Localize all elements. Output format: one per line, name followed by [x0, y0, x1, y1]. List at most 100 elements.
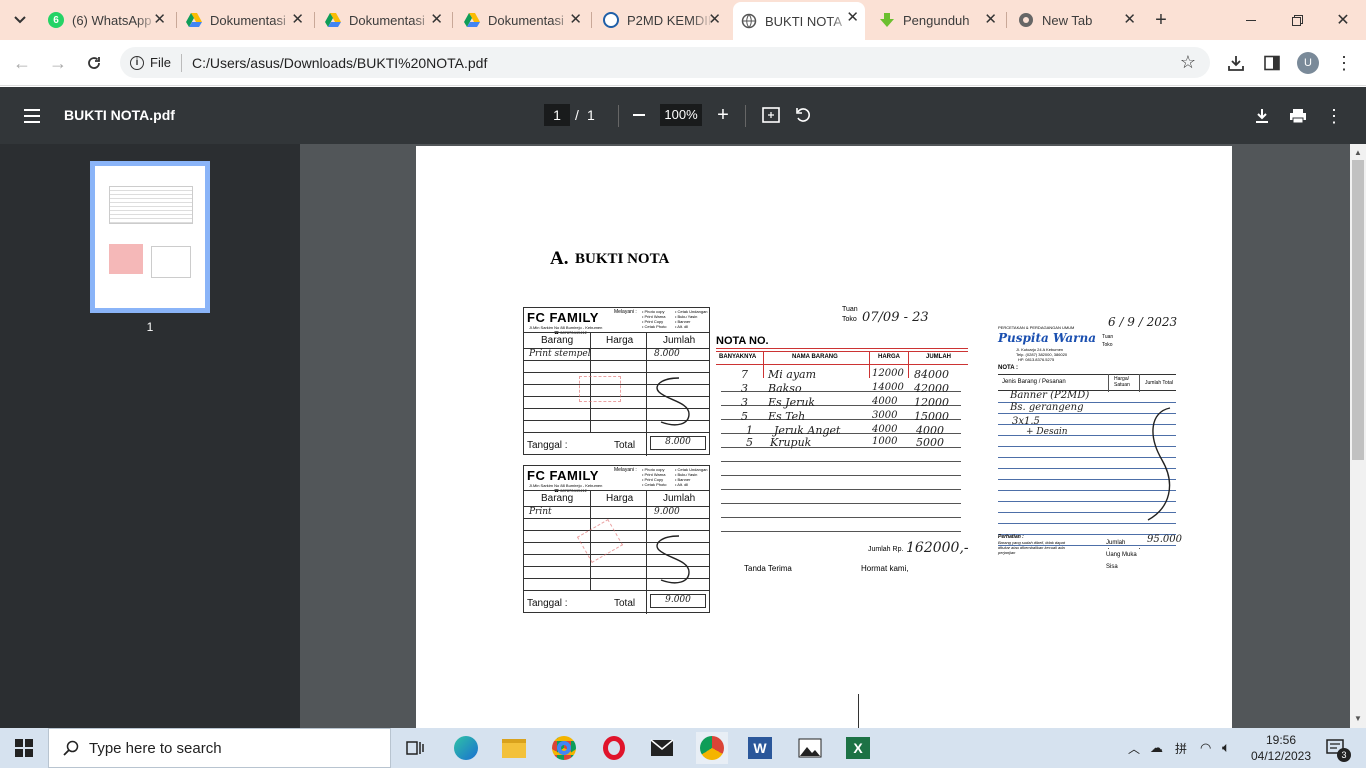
p2md-icon — [603, 12, 619, 28]
taskbar-excel[interactable]: X — [842, 732, 874, 764]
address-bar[interactable]: i File C:/Users/asus/Downloads/BUKTI%20N… — [120, 47, 1210, 78]
toko-label: Toko — [1102, 342, 1113, 348]
sisa-label: Sisa — [1106, 564, 1118, 570]
tab-dokumentasi-2[interactable]: Dokumentasi ✕ — [317, 4, 449, 36]
chevron-down-icon — [14, 16, 26, 24]
google-drive-icon — [186, 13, 202, 27]
puspita-item: Bs. gerangeng — [1010, 402, 1084, 413]
tanda-terima-label: Tanda Terima — [744, 564, 792, 573]
rotate-button[interactable] — [792, 104, 814, 126]
minimize-button[interactable] — [1228, 0, 1274, 40]
notification-center-button[interactable]: 3 — [1322, 736, 1351, 762]
close-icon[interactable]: ✕ — [569, 12, 582, 28]
taskbar-search-box[interactable]: Type here to search — [48, 728, 391, 768]
pdf-page: A. BUKTI NOTA FC FAMILY Jl.Min Sarkim No… — [416, 146, 1232, 728]
tab-bukti-nota[interactable]: BUKTI NOTA ✕ — [733, 2, 865, 40]
pdf-download-button[interactable] — [1250, 104, 1274, 128]
tab-search-button[interactable] — [8, 8, 32, 32]
notification-badge: 3 — [1337, 748, 1351, 762]
close-icon[interactable]: ✕ — [291, 12, 304, 28]
wifi-icon[interactable]: ◠ — [1200, 740, 1211, 756]
scroll-up-icon[interactable]: ▲ — [1354, 148, 1362, 157]
col-barang: Barang — [541, 335, 574, 346]
taskbar-file-explorer[interactable] — [498, 732, 530, 764]
tab-label: Dokumentasi — [488, 12, 564, 28]
taskbar-mail[interactable] — [646, 732, 678, 764]
close-icon[interactable]: ✕ — [153, 12, 166, 28]
back-button[interactable]: ← — [8, 49, 36, 77]
side-panel-button[interactable] — [1260, 51, 1284, 75]
scroll-down-icon[interactable]: ▼ — [1354, 714, 1362, 723]
chrome-icon — [1019, 13, 1033, 27]
print-button[interactable] — [1286, 104, 1310, 128]
toko-label: Toko — [842, 316, 857, 323]
profile-avatar[interactable]: U — [1297, 52, 1319, 74]
page-number-input[interactable]: 1 — [544, 104, 570, 126]
zoom-level-input[interactable]: 100% — [660, 104, 702, 126]
reload-button[interactable] — [80, 49, 108, 77]
new-tab-button[interactable]: + — [1148, 8, 1174, 32]
windows-logo-icon — [15, 739, 33, 757]
vertical-scrollbar[interactable]: ▲ ▼ — [1350, 144, 1366, 728]
scrollbar-thumb[interactable] — [1352, 160, 1364, 460]
close-window-button[interactable]: ✕ — [1320, 0, 1366, 40]
tuan-label: Tuan — [1102, 334, 1114, 340]
downloads-button[interactable] — [1224, 51, 1248, 75]
fit-page-button[interactable] — [760, 104, 782, 126]
close-icon[interactable]: ✕ — [430, 12, 443, 28]
language-icon[interactable]: 拼 — [1175, 740, 1187, 757]
receipt-melayani: Melayani : — [614, 467, 637, 473]
row-price: 4000 — [872, 396, 898, 407]
pdf-title: BUKTI NOTA.pdf — [64, 107, 175, 123]
close-icon[interactable]: ✕ — [846, 10, 859, 26]
puspita-brand: Puspita Warna — [998, 331, 1096, 345]
sidebar-toggle-button[interactable] — [20, 104, 44, 128]
tab-p2md[interactable]: P2MD KEMDIK ✕ — [595, 4, 727, 36]
taskbar-photos[interactable] — [794, 732, 826, 764]
tab-new-tab[interactable]: New Tab ✕ — [1010, 4, 1142, 36]
close-icon[interactable]: ✕ — [984, 12, 997, 28]
tab-dokumentasi-1[interactable]: Dokumentasi ✕ — [178, 4, 310, 36]
tab-label: (6) WhatsApp — [72, 12, 152, 28]
tab-dokumentasi-3[interactable]: Dokumentasi ✕ — [456, 4, 588, 36]
system-clock[interactable]: 19:56 04/12/2023 — [1250, 732, 1312, 764]
folder-icon — [502, 738, 526, 758]
zoom-in-button[interactable]: + — [712, 104, 734, 126]
task-view-button[interactable] — [400, 732, 432, 764]
zoom-out-button[interactable] — [628, 104, 650, 126]
taskbar-word[interactable]: W — [744, 732, 776, 764]
taskbar-edge[interactable] — [450, 732, 482, 764]
start-button[interactable] — [0, 728, 48, 768]
page-thumbnail[interactable] — [90, 161, 210, 313]
tab-label: Dokumentasi — [210, 12, 286, 28]
close-icon[interactable]: ✕ — [708, 12, 721, 28]
bookmark-star-icon[interactable]: ☆ — [1180, 52, 1196, 73]
taskbar-opera[interactable] — [598, 732, 630, 764]
row-total: 15000 — [914, 410, 949, 423]
restore-button[interactable] — [1274, 0, 1320, 40]
cloud-icon[interactable]: ☁ — [1150, 740, 1163, 756]
puspita-item: 3x1.5 — [1012, 416, 1040, 427]
pdf-more-button[interactable]: ⋮ — [1322, 104, 1346, 128]
receipt-brand: FC FAMILY — [527, 310, 599, 325]
uang-muka-label: Uang Muka — [1106, 552, 1137, 558]
hamburger-menu-icon — [24, 109, 40, 123]
row-name: Bakso — [768, 382, 802, 395]
tab-whatsapp[interactable]: 6 (6) WhatsApp ✕ — [40, 4, 172, 36]
url-text[interactable]: C:/Users/asus/Downloads/BUKTI%20NOTA.pdf — [192, 55, 487, 71]
taskbar-chrome-1[interactable] — [548, 732, 580, 764]
plus-icon: + — [1155, 8, 1167, 31]
chevron-up-icon[interactable]: ︿ — [1128, 740, 1140, 757]
tab-label: BUKTI NOTA — [765, 13, 843, 29]
volume-icon[interactable]: 🔈︎ — [1222, 739, 1230, 756]
close-icon[interactable]: ✕ — [1123, 12, 1136, 28]
info-icon[interactable]: i — [130, 55, 144, 70]
row-total: 12000 — [914, 396, 949, 409]
forward-button[interactable]: → — [44, 49, 72, 77]
row-price: 12000 — [872, 368, 904, 379]
hormat-kami-label: Hormat kami, — [861, 564, 909, 573]
tab-pengunduh[interactable]: Pengunduh ✕ — [871, 4, 1003, 36]
browser-menu-button[interactable]: ⋮ — [1332, 51, 1356, 75]
taskbar-chrome-2[interactable] — [696, 732, 728, 764]
download-icon — [1228, 56, 1244, 71]
